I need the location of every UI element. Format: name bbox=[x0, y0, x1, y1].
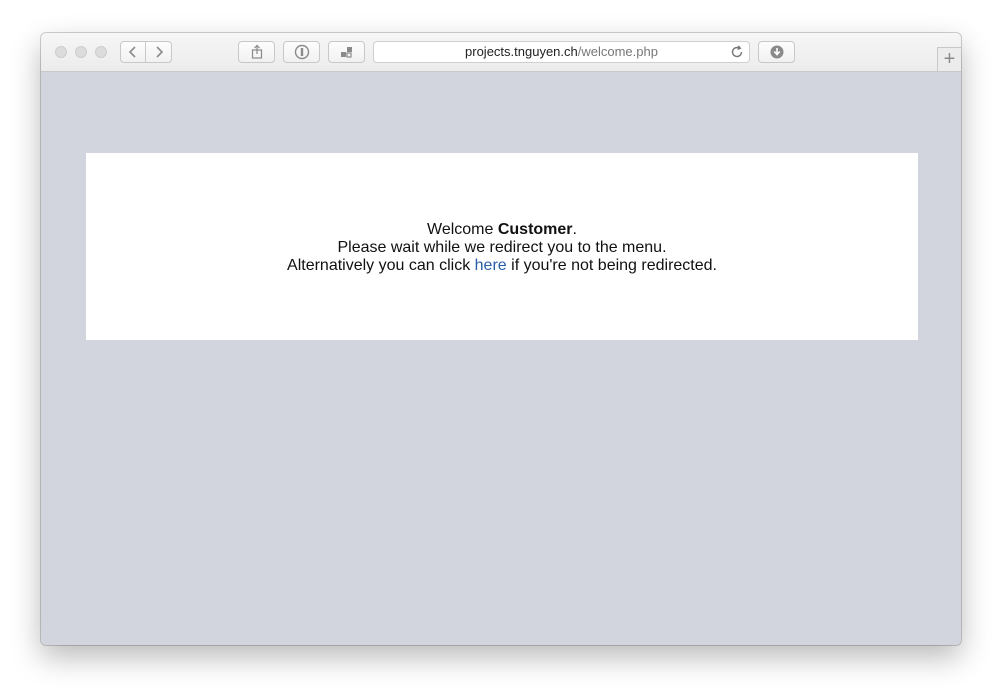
alternative-prefix: Alternatively you can click bbox=[287, 257, 475, 274]
back-button[interactable] bbox=[120, 41, 146, 63]
welcome-card: Welcome Customer. Please wait while we r… bbox=[86, 153, 918, 340]
alternative-line: Alternatively you can click here if you'… bbox=[86, 257, 918, 275]
browser-toolbar: projects.tnguyen.ch/welcome.php + bbox=[41, 33, 961, 72]
downloads-button[interactable] bbox=[758, 41, 795, 63]
alternative-suffix: if you're not being redirected. bbox=[506, 257, 717, 274]
page-content: Welcome Customer. Please wait while we r… bbox=[41, 72, 961, 645]
extension-button[interactable] bbox=[328, 41, 365, 63]
password-icon bbox=[294, 44, 309, 60]
share-button[interactable] bbox=[238, 41, 275, 63]
redirect-link[interactable]: here bbox=[475, 257, 507, 274]
welcome-message: Welcome Customer. Please wait while we r… bbox=[86, 221, 918, 275]
minimize-window-button[interactable] bbox=[75, 46, 87, 58]
close-window-button[interactable] bbox=[55, 46, 67, 58]
extension-icon bbox=[340, 47, 352, 58]
customer-name: Customer bbox=[497, 221, 573, 238]
zoom-window-button[interactable] bbox=[95, 46, 107, 58]
welcome-suffix: . bbox=[572, 221, 577, 238]
redirect-notice: Please wait while we redirect you to the… bbox=[337, 239, 667, 256]
new-tab-button[interactable]: + bbox=[937, 47, 961, 71]
url-host: projects.tnguyen.ch bbox=[465, 44, 578, 59]
reload-icon[interactable] bbox=[729, 44, 745, 60]
password-button[interactable] bbox=[283, 41, 320, 63]
chevron-right-icon bbox=[155, 46, 163, 58]
forward-button[interactable] bbox=[145, 41, 172, 63]
share-icon bbox=[251, 44, 262, 59]
address-bar[interactable]: projects.tnguyen.ch/welcome.php bbox=[373, 41, 750, 63]
chevron-left-icon bbox=[128, 46, 136, 58]
download-icon bbox=[770, 45, 783, 59]
welcome-line: Welcome Customer. bbox=[86, 221, 918, 239]
browser-window: projects.tnguyen.ch/welcome.php + Welcom… bbox=[41, 33, 961, 645]
url-path: /welcome.php bbox=[577, 44, 658, 59]
welcome-prefix: Welcome bbox=[427, 221, 498, 238]
